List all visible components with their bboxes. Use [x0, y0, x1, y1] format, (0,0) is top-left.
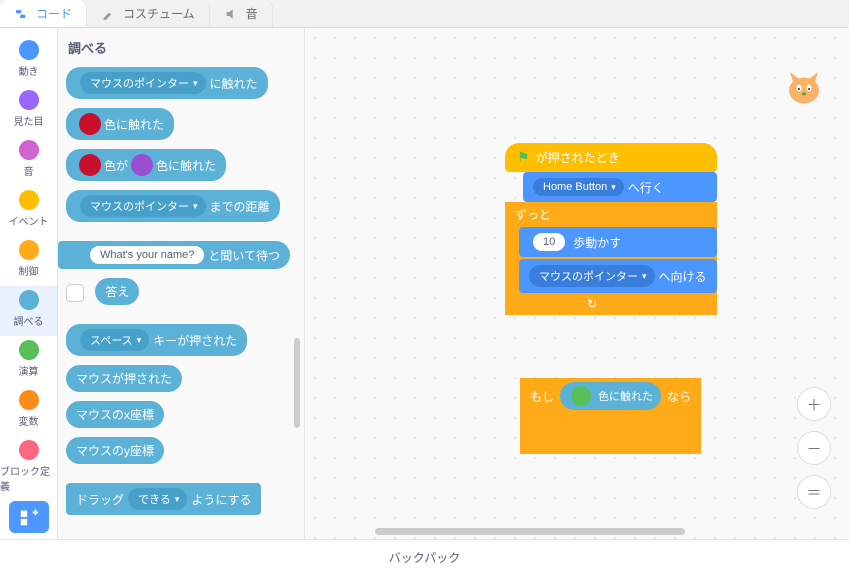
- category-dot: [19, 140, 39, 160]
- block-touching[interactable]: マウスのポインター に触れた: [66, 67, 268, 99]
- color-swatch-2[interactable]: [131, 154, 153, 176]
- tab-code-label: コード: [36, 5, 72, 22]
- backpack-bar[interactable]: バックパック: [0, 539, 849, 575]
- block-touching-color[interactable]: 色に触れた: [66, 108, 174, 140]
- zoom-reset-button[interactable]: ＝: [797, 475, 831, 509]
- category-イベント[interactable]: イベント: [0, 186, 57, 236]
- script-canvas[interactable]: ⚑ が押されたとき Home Button へ行く ずっと 10 歩動かす マウ…: [305, 28, 849, 539]
- category-制御[interactable]: 制御: [0, 236, 57, 286]
- extension-icon: [18, 506, 40, 528]
- zoom-out-button[interactable]: －: [797, 431, 831, 465]
- move-steps-input[interactable]: 10: [533, 233, 565, 251]
- drag-dropdown[interactable]: できる: [128, 488, 187, 510]
- goto-dropdown[interactable]: Home Button: [533, 178, 624, 196]
- block-color-touching-color[interactable]: 色が 色に触れた: [66, 149, 226, 181]
- block-ask[interactable]: What's your name? と聞いて待つ: [58, 241, 290, 269]
- category-dot: [19, 90, 39, 110]
- category-sidebar: 動き見た目音イベント制御調べる演算変数ブロック定義: [0, 28, 58, 539]
- category-ブロック定義[interactable]: ブロック定義: [0, 436, 57, 501]
- distance-dropdown[interactable]: マウスのポインター: [80, 195, 206, 217]
- block-palette[interactable]: 調べる マウスのポインター に触れた 色に触れた 色が 色に触れた マウスのポイ…: [58, 28, 305, 539]
- category-演算[interactable]: 演算: [0, 336, 57, 386]
- block-drag-mode[interactable]: ドラッグ できる ようにする: [66, 483, 261, 515]
- block-key-pressed[interactable]: スペース キーが押された: [66, 324, 247, 356]
- category-dot: [19, 290, 39, 310]
- category-動き[interactable]: 動き: [0, 36, 57, 86]
- palette-scrollbar[interactable]: [294, 338, 300, 428]
- category-調べる[interactable]: 調べる: [0, 286, 57, 336]
- script-stack-1[interactable]: ⚑ が押されたとき Home Button へ行く ずっと 10 歩動かす マウ…: [505, 143, 717, 315]
- category-見た目[interactable]: 見た目: [0, 86, 57, 136]
- block-move-steps[interactable]: 10 歩動かす: [519, 227, 717, 257]
- brush-icon: [101, 6, 117, 22]
- green-flag-icon: ⚑: [517, 149, 530, 166]
- zoom-controls: ＋ － ＝: [797, 387, 831, 509]
- block-mouse-y[interactable]: マウスのy座標: [66, 437, 164, 464]
- tab-costumes-label: コスチューム: [123, 5, 195, 22]
- tab-code[interactable]: コード: [0, 0, 87, 27]
- category-dot: [19, 440, 39, 460]
- category-dot: [19, 340, 39, 360]
- category-dot: [19, 390, 39, 410]
- block-goto[interactable]: Home Button へ行く: [523, 172, 717, 202]
- category-dot: [19, 40, 39, 60]
- tab-sounds-label: 音: [246, 5, 258, 22]
- canvas-scrollbar-h[interactable]: [375, 528, 685, 535]
- block-point-towards[interactable]: マウスのポインター へ向ける: [519, 259, 717, 293]
- if-color-swatch[interactable]: [571, 386, 591, 406]
- block-mouse-x[interactable]: マウスのx座標: [66, 401, 164, 428]
- touching-dropdown[interactable]: マウスのポインター: [80, 72, 206, 94]
- block-touching-color-cond[interactable]: 色に触れた: [560, 382, 661, 410]
- point-dropdown[interactable]: マウスのポインター: [529, 265, 655, 287]
- palette-title: 調べる: [68, 38, 304, 57]
- tab-costumes[interactable]: コスチューム: [87, 0, 210, 27]
- sound-icon: [224, 6, 240, 22]
- block-if[interactable]: もし 色に触れた なら: [520, 378, 701, 454]
- category-変数[interactable]: 変数: [0, 386, 57, 436]
- tab-bar: コード コスチューム 音: [0, 0, 849, 28]
- block-mouse-down[interactable]: マウスが押された: [66, 365, 182, 392]
- category-dot: [19, 190, 39, 210]
- block-answer[interactable]: 答え: [95, 278, 139, 305]
- answer-checkbox[interactable]: [66, 284, 84, 302]
- key-dropdown[interactable]: スペース: [80, 329, 149, 351]
- block-when-flag-clicked[interactable]: ⚑ が押されたとき: [505, 143, 717, 172]
- category-音[interactable]: 音: [0, 136, 57, 186]
- code-icon: [14, 6, 30, 22]
- block-forever[interactable]: ずっと 10 歩動かす マウスのポインター へ向ける: [505, 202, 717, 315]
- category-dot: [19, 240, 39, 260]
- main-area: 動き見た目音イベント制御調べる演算変数ブロック定義 調べる マウスのポインター …: [0, 28, 849, 539]
- color-swatch-1[interactable]: [79, 154, 101, 176]
- tab-sounds[interactable]: 音: [210, 0, 273, 27]
- block-distance[interactable]: マウスのポインター までの距離: [66, 190, 280, 222]
- color-swatch[interactable]: [79, 113, 101, 135]
- script-stack-2[interactable]: もし 色に触れた なら: [520, 378, 701, 454]
- zoom-in-button[interactable]: ＋: [797, 387, 831, 421]
- ask-input[interactable]: What's your name?: [90, 246, 204, 264]
- add-extension-button[interactable]: [9, 501, 49, 533]
- scratch-cat-watermark: [779, 63, 829, 113]
